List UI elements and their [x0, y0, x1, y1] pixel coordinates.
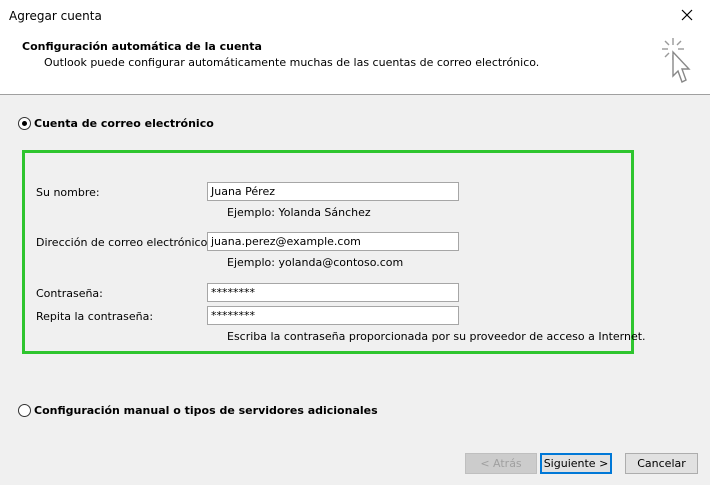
magic-wand-cursor-icon: [662, 38, 691, 83]
close-button[interactable]: [664, 0, 710, 30]
email-field[interactable]: juana.perez@example.com: [207, 232, 459, 251]
header-subtitle: Outlook puede configurar automáticamente…: [44, 56, 540, 69]
close-icon: [681, 9, 693, 21]
password-repeat-field[interactable]: ********: [207, 306, 459, 325]
name-label: Su nombre:: [36, 186, 100, 199]
password-repeat-label: Repita la contraseña:: [36, 310, 154, 323]
password-field[interactable]: ********: [207, 283, 459, 302]
password-label: Contraseña:: [36, 287, 103, 300]
header-title: Configuración automática de la cuenta: [22, 40, 262, 53]
manual-config-radio[interactable]: [18, 404, 31, 417]
email-account-radio-label[interactable]: Cuenta de correo electrónico: [34, 117, 214, 130]
window-title: Agregar cuenta: [9, 9, 102, 23]
manual-config-radio-label[interactable]: Configuración manual o tipos de servidor…: [34, 404, 378, 417]
back-button[interactable]: < Atrás: [465, 453, 537, 474]
name-field[interactable]: Juana Pérez: [207, 182, 459, 201]
next-button[interactable]: Siguiente >: [540, 453, 612, 474]
header-panel: Configuración automática de la cuenta Ou…: [0, 30, 710, 95]
email-account-radio[interactable]: [18, 117, 31, 130]
name-hint: Ejemplo: Yolanda Sánchez: [227, 206, 371, 219]
cancel-button[interactable]: Cancelar: [625, 453, 698, 474]
title-bar: Agregar cuenta: [0, 0, 710, 30]
password-hint: Escriba la contraseña proporcionada por …: [227, 330, 646, 343]
email-label: Dirección de correo electrónico:: [36, 236, 212, 249]
email-hint: Ejemplo: yolanda@contoso.com: [227, 256, 404, 269]
